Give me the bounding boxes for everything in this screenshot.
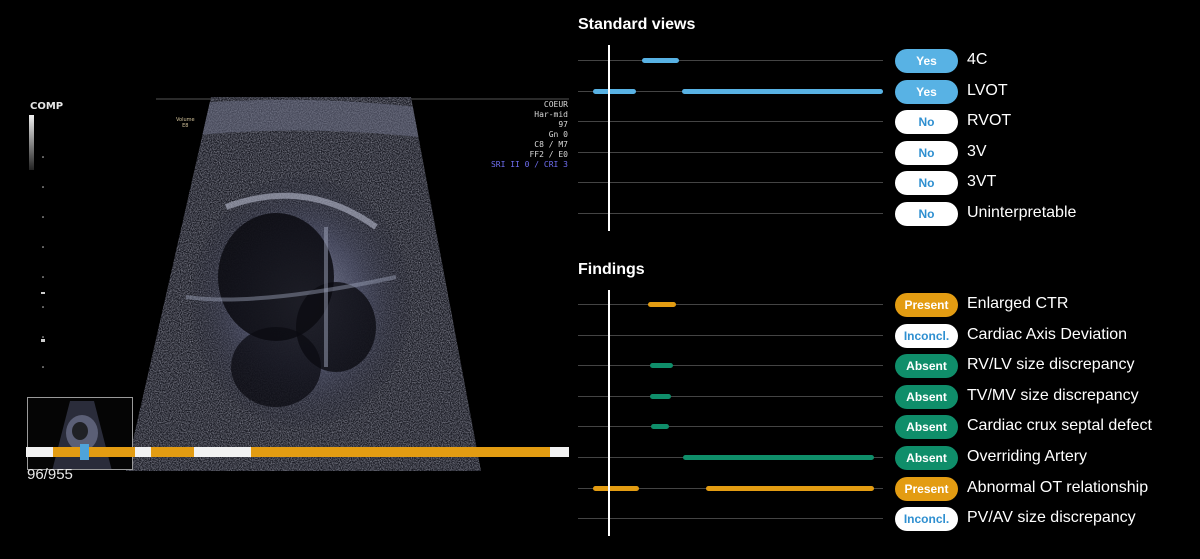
row-label: TV/MV size discrepancy	[967, 386, 1139, 404]
timeline-scrubber[interactable]	[80, 444, 90, 460]
status-badge: Absent	[895, 354, 958, 379]
status-badge: No	[895, 110, 958, 135]
standard-views-title: Standard views	[578, 16, 696, 33]
status-badge: Yes	[895, 79, 958, 104]
status-badge: Yes	[895, 49, 958, 73]
frame-counter: 96/955	[27, 466, 73, 483]
detection-segment[interactable]	[683, 455, 874, 460]
finding-row[interactable]: Absent Overriding Artery	[578, 446, 1198, 470]
row-track	[578, 395, 883, 397]
row-track	[578, 151, 883, 153]
status-badge: Inconcl.	[895, 507, 958, 532]
detection-segment[interactable]	[593, 485, 639, 491]
row-track	[578, 304, 883, 305]
timeline-segment	[251, 447, 550, 457]
row-label: 4C	[967, 51, 988, 68]
standard-view-row[interactable]: No RVOT	[578, 110, 1198, 135]
detection-segment[interactable]	[648, 302, 676, 307]
status-badge: Present	[895, 293, 958, 317]
detection-segment[interactable]	[706, 485, 874, 491]
finding-row[interactable]: Inconcl. Cardiac Axis Deviation	[578, 323, 1198, 348]
timeline-segment	[134, 447, 151, 457]
row-label: 3V	[967, 142, 987, 160]
finding-row[interactable]: Absent RV/LV size discrepancy	[578, 354, 1198, 379]
row-track	[578, 426, 883, 428]
row-track	[578, 334, 883, 336]
findings-title: Findings	[578, 261, 645, 278]
row-track	[578, 60, 883, 61]
row-track	[578, 518, 883, 520]
status-badge: No	[895, 171, 958, 196]
timeline-segment	[26, 447, 54, 457]
detection-segment[interactable]	[649, 363, 673, 369]
timeline-segment	[194, 447, 252, 457]
ultrasound-viewer[interactable]: COMP Volume E8 COEUR Har-mid 97 Gn 0 C8 …	[26, 97, 569, 471]
row-label: Cardiac Axis Deviation	[967, 325, 1128, 343]
row-label: Enlarged CTR	[967, 295, 1069, 312]
row-label: Uninterpretable	[967, 204, 1077, 221]
standard-view-row[interactable]: Yes 4C	[578, 49, 1198, 73]
status-badge: Absent	[895, 446, 958, 470]
timeline-segment	[150, 447, 195, 457]
standard-views-playhead	[608, 45, 610, 231]
row-track	[578, 365, 883, 367]
standard-view-row[interactable]: No 3VT	[578, 171, 1198, 196]
acquisition-settings: COEUR Har-mid 97 Gn 0 C8 / M7 FF2 / E0 S…	[490, 100, 568, 169]
row-track	[578, 182, 883, 184]
finding-row[interactable]: Present Enlarged CTR	[578, 293, 1198, 317]
row-label: Overriding Artery	[967, 448, 1088, 465]
row-track	[578, 213, 883, 214]
detection-segment[interactable]	[681, 88, 883, 94]
video-timeline[interactable]	[26, 447, 569, 457]
row-label: RVOT	[967, 112, 1012, 130]
row-label: Abnormal OT relationship	[967, 478, 1149, 496]
standard-view-row[interactable]: No Uninterpretable	[578, 202, 1198, 226]
row-track	[578, 121, 883, 123]
row-label: LVOT	[967, 81, 1008, 99]
standard-view-row[interactable]: Yes LVOT	[578, 79, 1198, 104]
row-label: RV/LV size discrepancy	[967, 356, 1135, 374]
timeline-segment	[549, 447, 569, 457]
detection-segment[interactable]	[649, 393, 672, 399]
status-badge: Present	[895, 476, 958, 501]
finding-row[interactable]: Inconcl. PV/AV size discrepancy	[578, 507, 1198, 532]
status-badge: No	[895, 202, 958, 226]
timeline-segment	[53, 447, 135, 457]
status-badge: Inconcl.	[895, 323, 958, 348]
row-label: Cardiac crux septal defect	[967, 417, 1152, 435]
status-badge: No	[895, 140, 958, 165]
status-badge: Absent	[895, 415, 958, 440]
row-label: PV/AV size discrepancy	[967, 509, 1136, 527]
detection-segment[interactable]	[642, 58, 679, 63]
comp-logo: COMP	[30, 101, 64, 112]
finding-row[interactable]: Present Abnormal OT relationship	[578, 476, 1198, 501]
detection-segment[interactable]	[651, 424, 670, 430]
standard-view-row[interactable]: No 3V	[578, 140, 1198, 165]
row-label: 3VT	[967, 173, 997, 191]
volume-label: Volume E8	[176, 117, 195, 129]
status-badge: Absent	[895, 384, 958, 409]
detection-segment[interactable]	[593, 88, 636, 94]
finding-row[interactable]: Absent TV/MV size discrepancy	[578, 384, 1198, 409]
findings-playhead	[608, 290, 610, 536]
finding-row[interactable]: Absent Cardiac crux septal defect	[578, 415, 1198, 440]
